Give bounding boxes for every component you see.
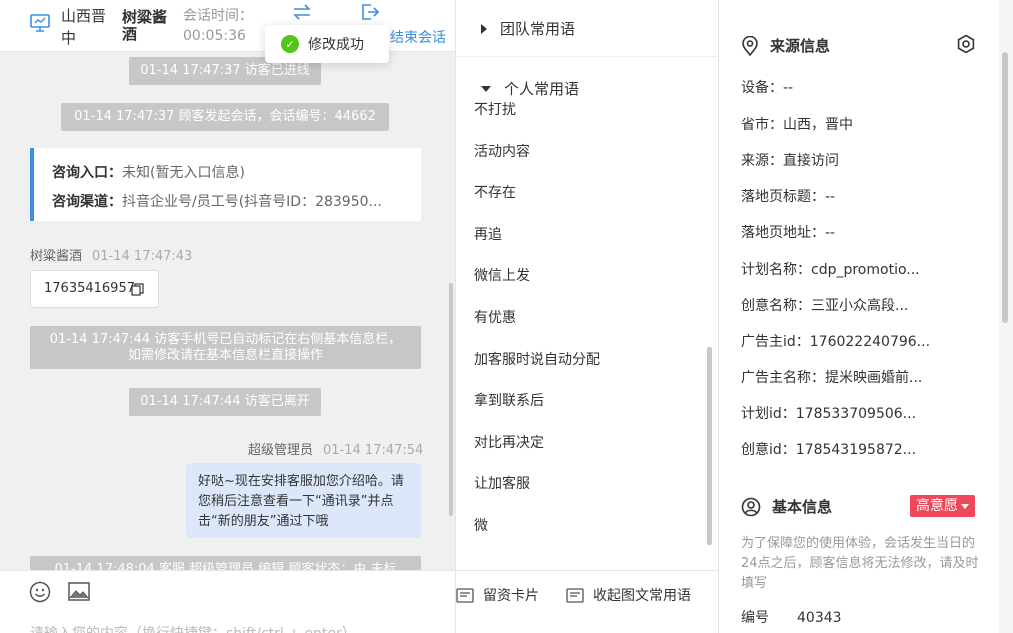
consult-entry-label: 咨询入口：: [52, 165, 122, 181]
system-message-line: 01-14 17:47:44 访客手机号已自动标记在右侧基本信息栏，: [49, 332, 402, 347]
agent-message-time: 01-14 17:47:54: [323, 443, 424, 458]
intent-badge[interactable]: 高意愿: [910, 495, 975, 517]
visitor-id-label: 编号: [741, 610, 769, 626]
triangle-down-icon: [481, 85, 491, 92]
location-pin-icon: [742, 35, 758, 56]
monitor-icon: [30, 14, 50, 32]
personal-phrases-group[interactable]: 个人常用语: [481, 78, 579, 99]
system-message: 01-14 17:47:44 访客已离开: [129, 388, 321, 416]
source-field: 广告主名称：提米映画婚前...: [741, 370, 923, 386]
info-card-button[interactable]: 留资卡片: [456, 585, 539, 605]
source-field: 设备：--: [741, 80, 794, 96]
visitor-name: 树粱酱酒: [122, 8, 168, 43]
toast-text: 修改成功: [308, 37, 364, 53]
visitor-id-value: 40343: [797, 610, 842, 626]
basic-info-label: 基本信息: [772, 498, 833, 516]
source-field: 落地页标题：--: [741, 189, 836, 205]
team-phrases-label: 团队常用语: [500, 20, 576, 38]
phrase-item[interactable]: 再追: [474, 224, 502, 244]
consult-channel-row: 咨询渠道：抖音企业号/员工号(抖音号ID：283950...: [52, 188, 421, 217]
consult-entry-value: 未知(暂无入口信息): [122, 165, 245, 181]
visitor-message-time: 01-14 17:47:43: [92, 249, 193, 264]
end-session-button[interactable]: 结束会话: [390, 27, 446, 47]
session-time-label: 会话时间：: [183, 8, 253, 24]
caret-down-icon: [961, 503, 969, 509]
phone-message: 17635416957: [30, 270, 159, 308]
phrase-item[interactable]: 微信上发: [474, 265, 530, 285]
source-field: 创意id：178543195872...: [741, 442, 917, 458]
edit-notice: 为了保障您的使用体验，会话发生当日的24点之后，顾客信息将无法修改，请及时填写: [741, 536, 979, 591]
agent-message-meta: 超级管理员 01-14 17:47:54: [248, 439, 423, 458]
system-message-line: 如需修改请在基本信息栏直接操作: [127, 348, 323, 363]
intent-badge-label: 高意愿: [916, 498, 958, 514]
source-info-title: 来源信息: [741, 35, 830, 56]
phrase-item[interactable]: 不存在: [474, 182, 516, 202]
system-message: 01-14 17:48:04 客服 超级管理员 编辑 顾客状态：由 未标: [30, 556, 421, 570]
exit-icon[interactable]: [360, 3, 380, 21]
phrases-scrollbar[interactable]: [707, 347, 712, 545]
consult-info-card: 咨询入口：未知(暂无入口信息) 咨询渠道：抖音企业号/员工号(抖音号ID：283…: [30, 148, 421, 221]
message-input[interactable]: 请输入您的内容（换行快捷键：shift/ctrl + enter）: [30, 623, 356, 633]
source-info-label: 来源信息: [770, 37, 831, 55]
phrases-panel: 团队常用语 个人常用语 不打扰 活动内容 不存在 再追 微信上发 有优惠 加客服…: [455, 0, 719, 633]
triangle-right-icon: [481, 23, 487, 34]
phone-number: 17635416957: [44, 281, 135, 296]
agent-sender-name: 超级管理员: [248, 443, 314, 458]
user-icon: [741, 497, 761, 516]
composer: 请输入您的内容（换行快捷键：shift/ctrl + enter）: [0, 570, 455, 633]
system-message: 01-14 17:47:37 顾客发起会话，会话编号：44662: [61, 103, 389, 131]
source-field: 广告主id：176022240796...: [741, 334, 931, 350]
phrase-item[interactable]: 活动内容: [474, 141, 530, 161]
card-icon: [456, 587, 474, 603]
basic-info-title: 基本信息: [741, 496, 832, 517]
phrase-item[interactable]: 对比再决定: [474, 432, 544, 452]
consult-entry-row: 咨询入口：未知(暂无入口信息): [52, 159, 421, 188]
phrase-item[interactable]: 有优惠: [474, 307, 516, 327]
visitor-info-panel: 来源信息 设备：-- 省市：山西，晋中 来源：直接访问 落地页标题：-- 落地页…: [719, 0, 1013, 633]
team-phrases-group[interactable]: 团队常用语: [481, 18, 575, 39]
phrase-item[interactable]: 微: [474, 515, 488, 535]
collapse-icon: [566, 587, 584, 603]
consult-channel-value: 抖音企业号/员工号(抖音号ID：283950...: [122, 194, 382, 210]
divider: [456, 56, 718, 57]
copy-icon[interactable]: [131, 283, 144, 296]
source-field: 省市：山西，晋中: [741, 117, 853, 133]
info-card-label: 留资卡片: [483, 588, 539, 604]
phrase-item[interactable]: 不打扰: [474, 99, 516, 119]
check-circle-icon: ✓: [281, 35, 299, 53]
source-field: 落地页地址：--: [741, 225, 836, 241]
collapse-phrases-label: 收起图文常用语: [593, 588, 691, 604]
visitor-location: 山西晋中: [61, 7, 107, 47]
visitor-sender-name: 树粱酱酒: [30, 249, 83, 264]
source-field: 计划名称：cdp_promotio...: [741, 262, 920, 278]
source-field: 来源：直接访问: [741, 153, 839, 169]
consult-channel-label: 咨询渠道：: [52, 194, 122, 210]
phrase-item[interactable]: 加客服时说自动分配: [474, 349, 600, 369]
source-field: 创意名称：三亚小众高段...: [741, 298, 909, 314]
personal-phrases-label: 个人常用语: [504, 80, 580, 98]
visitor-id-row: 编号 40343: [741, 607, 842, 627]
chat-panel: 山西晋中 树粱酱酒 会话时间： 00:05:36 结束会话 ✓ 修改成功 01-…: [0, 0, 455, 633]
chat-scrollbar[interactable]: [449, 283, 453, 516]
settings-icon[interactable]: [956, 34, 976, 54]
phrase-item[interactable]: 拿到联系后: [474, 390, 544, 410]
source-field: 计划id：178533709506...: [741, 406, 917, 422]
visitor-message-meta: 树粱酱酒 01-14 17:47:43: [30, 245, 192, 264]
phrase-item[interactable]: 让加客服: [474, 473, 530, 493]
session-time-value: 00:05:36: [183, 28, 246, 44]
success-toast: ✓ 修改成功: [265, 25, 389, 63]
info-scrollbar[interactable]: [1002, 52, 1008, 323]
transfer-icon[interactable]: [292, 3, 312, 21]
image-icon[interactable]: [68, 582, 90, 601]
emoji-icon[interactable]: [29, 581, 51, 603]
collapse-phrases-button[interactable]: 收起图文常用语: [566, 585, 691, 605]
agent-reply-bubble: 好哒~现在安排客服加您介绍哈。请您稍后注意查看一下“通讯录”并点击“新的朋友”通…: [186, 463, 421, 538]
phrases-footer: 留资卡片 收起图文常用语: [456, 570, 718, 633]
system-message: 01-14 17:47:44 访客手机号已自动标记在右侧基本信息栏， 如需修改请…: [30, 326, 421, 369]
